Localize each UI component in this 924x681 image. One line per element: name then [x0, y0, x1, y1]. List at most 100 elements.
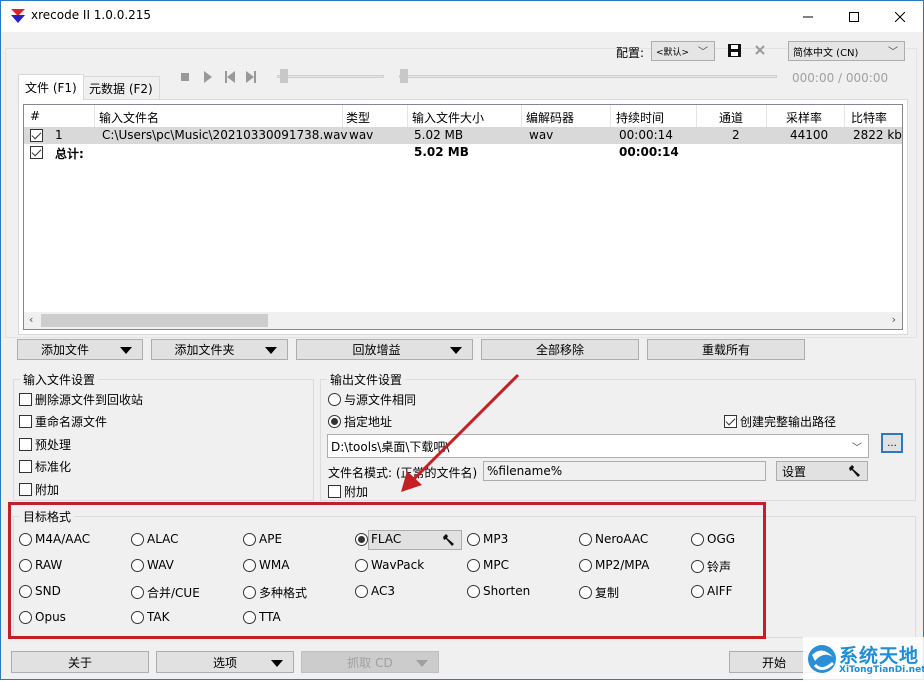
normalize-option[interactable]: 标准化	[19, 458, 71, 475]
output-path-combobox[interactable]: D:\tools\桌面\下载吧\ ﹀	[327, 434, 869, 458]
minimize-button[interactable]	[785, 1, 831, 32]
remove-all-button[interactable]: 全部移除	[481, 339, 639, 360]
column-size[interactable]: 输入文件大小	[412, 109, 484, 126]
reload-all-button[interactable]: 重载所有	[647, 339, 805, 360]
rename-source-option[interactable]: 重命名源文件	[19, 413, 107, 430]
format-radio[interactable]	[355, 532, 368, 546]
save-preset-icon[interactable]	[728, 44, 741, 57]
format-option[interactable]: NeroAAC	[579, 532, 648, 546]
format-option[interactable]: WavPack	[355, 558, 424, 572]
format-option[interactable]: MP3	[467, 532, 508, 546]
tab-files[interactable]: 文件 (F1)	[18, 74, 84, 100]
format-radio[interactable]	[131, 610, 144, 624]
preprocess-option[interactable]: 预处理	[19, 436, 71, 453]
volume-slider[interactable]	[277, 75, 384, 78]
seek-slider-thumb[interactable]	[400, 69, 408, 83]
column-filename[interactable]: 输入文件名	[99, 109, 159, 126]
preprocess-checkbox[interactable]	[19, 438, 32, 451]
add-folder-button[interactable]: 添加文件夹	[151, 339, 288, 360]
delete-preset-icon[interactable]	[755, 45, 765, 55]
format-radio[interactable]	[243, 586, 256, 599]
format-option[interactable]: SND	[19, 584, 61, 598]
same-as-source-radio[interactable]	[328, 393, 341, 406]
language-select[interactable]: 简体中文 (CN) ﹀	[788, 41, 905, 61]
format-option[interactable]: 铃声	[691, 558, 731, 575]
delete-source-checkbox[interactable]	[19, 393, 32, 406]
file-row[interactable]: 1 C:\Users\pc\Music\20210330091738.wav w…	[24, 127, 902, 144]
format-radio[interactable]	[691, 532, 704, 546]
format-option[interactable]: WMA	[243, 558, 289, 572]
maximize-button[interactable]	[831, 1, 877, 32]
format-radio[interactable]	[579, 586, 592, 599]
format-option[interactable]: ALAC	[131, 532, 179, 546]
format-option[interactable]: FLAC	[355, 532, 401, 546]
specified-path-radio[interactable]	[328, 415, 341, 428]
format-radio[interactable]	[243, 610, 256, 624]
format-radio[interactable]	[355, 584, 368, 598]
format-radio[interactable]	[467, 558, 480, 572]
column-type[interactable]: 类型	[346, 109, 370, 126]
format-radio[interactable]	[355, 558, 368, 572]
horizontal-scrollbar-thumb[interactable]	[41, 314, 268, 327]
close-button[interactable]	[877, 1, 923, 32]
output-append-checkbox[interactable]	[328, 485, 341, 498]
previous-icon[interactable]	[225, 71, 235, 83]
format-radio[interactable]	[579, 558, 592, 572]
format-option[interactable]: 多种格式	[243, 584, 307, 601]
pattern-settings-button[interactable]: 设置	[776, 461, 868, 481]
format-option[interactable]: AC3	[355, 584, 395, 598]
column-duration[interactable]: 持续时间	[616, 109, 664, 126]
format-radio[interactable]	[19, 558, 32, 572]
horizontal-scrollbar[interactable]: ‹ ›	[24, 312, 902, 329]
format-radio[interactable]	[579, 532, 592, 546]
replay-gain-button[interactable]: 回放增益	[296, 339, 473, 360]
format-radio[interactable]	[19, 610, 32, 624]
format-option[interactable]: TTA	[243, 610, 281, 624]
column-bitrate[interactable]: 比特率	[851, 109, 887, 126]
format-radio[interactable]	[243, 532, 256, 546]
format-option[interactable]: AIFF	[691, 584, 733, 598]
add-file-button[interactable]: 添加文件	[17, 339, 143, 360]
normalize-checkbox[interactable]	[19, 460, 32, 473]
format-radio[interactable]	[243, 558, 256, 572]
create-full-path-option[interactable]: 创建完整输出路径	[724, 413, 836, 430]
format-option[interactable]: Opus	[19, 610, 66, 624]
total-row[interactable]: 总计: 5.02 MB 00:00:14	[24, 144, 902, 161]
filename-pattern-input[interactable]: %filename%	[483, 461, 766, 481]
format-radio[interactable]	[131, 558, 144, 572]
browse-button[interactable]: ...	[881, 433, 903, 453]
format-option[interactable]: RAW	[19, 558, 62, 572]
format-option[interactable]: 复制	[579, 584, 619, 601]
format-option[interactable]: MP2/MPA	[579, 558, 649, 572]
format-option[interactable]: MPC	[467, 558, 509, 572]
create-full-path-checkbox[interactable]	[724, 415, 737, 428]
delete-source-option[interactable]: 删除源文件到回收站	[19, 391, 143, 408]
format-option[interactable]: WAV	[131, 558, 174, 572]
format-radio[interactable]	[131, 532, 144, 546]
column-codec[interactable]: 编解码器	[526, 109, 574, 126]
format-option[interactable]: Shorten	[467, 584, 530, 598]
tab-metadata[interactable]: 元数据 (F2)	[82, 76, 160, 99]
play-icon[interactable]	[204, 71, 212, 83]
specified-path-option[interactable]: 指定地址	[328, 413, 392, 430]
stop-icon[interactable]	[181, 73, 189, 81]
column-channels[interactable]: 通道	[719, 109, 743, 126]
rename-source-checkbox[interactable]	[19, 415, 32, 428]
format-radio[interactable]	[19, 532, 32, 546]
wrench-icon[interactable]	[442, 534, 455, 547]
column-number[interactable]: #	[30, 109, 40, 123]
format-option[interactable]: M4A/AAC	[19, 532, 90, 546]
input-append-option[interactable]: 附加	[19, 481, 59, 498]
rip-cd-button[interactable]: 抓取 CD	[301, 651, 439, 673]
format-option[interactable]: APE	[243, 532, 282, 546]
input-append-checkbox[interactable]	[19, 483, 32, 496]
scroll-right-icon[interactable]: ›	[892, 313, 896, 326]
file-row-checkbox[interactable]	[30, 129, 43, 142]
format-option[interactable]: OGG	[691, 532, 735, 546]
preset-select[interactable]: <默认> ﹀	[651, 41, 715, 61]
total-row-checkbox[interactable]	[30, 146, 43, 159]
format-radio[interactable]	[131, 586, 144, 599]
format-radio[interactable]	[19, 584, 32, 598]
next-icon[interactable]	[246, 71, 256, 83]
file-list[interactable]: # 输入文件名 类型 输入文件大小 编解码器 持续时间 通道 采样率 比特率 1…	[23, 104, 903, 330]
